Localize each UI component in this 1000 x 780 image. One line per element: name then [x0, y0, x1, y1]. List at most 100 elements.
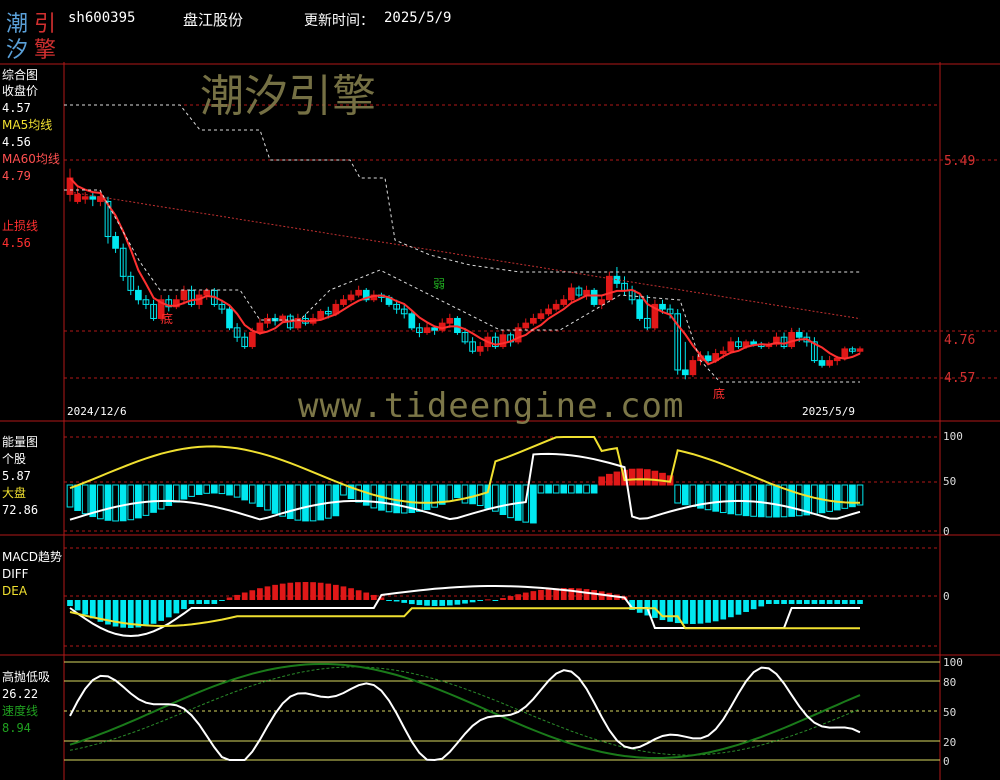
energy-bar	[598, 476, 606, 486]
macd-bar	[348, 588, 354, 600]
macd-bar	[370, 594, 377, 600]
energy-bar	[127, 484, 135, 521]
macd-bar	[583, 589, 590, 600]
close-label: 收盘价	[2, 84, 39, 98]
macd-bar	[697, 600, 704, 624]
energy-bar	[643, 469, 651, 486]
osc-speed-label: 速度线	[2, 704, 39, 718]
macd-diff-label: DIFF	[2, 567, 29, 581]
macd-bar	[811, 600, 818, 604]
energy-bar	[537, 484, 545, 494]
osc-value: 26.22	[2, 687, 39, 701]
date-start: 2024/12/6	[67, 405, 127, 418]
energy-bar	[218, 484, 226, 495]
macd-bar	[158, 600, 165, 621]
macd-bar	[181, 600, 187, 610]
macd-bar	[74, 600, 81, 611]
macd-bar	[287, 582, 294, 600]
candle-body	[530, 317, 537, 324]
macd-panel-title: MACD趋势	[2, 550, 62, 564]
osc-tick-100: 100	[943, 656, 963, 669]
macd-bar	[492, 600, 499, 601]
candle-body	[408, 313, 416, 329]
macd-bar	[796, 600, 803, 604]
macd-bar	[249, 590, 256, 600]
energy-bar	[590, 484, 598, 494]
macd-dea-label: DEA	[2, 584, 28, 598]
candle-body	[74, 193, 81, 202]
energy-bar	[461, 484, 469, 504]
macd-bar	[750, 600, 757, 610]
macd-bar	[234, 594, 240, 600]
candle-body	[347, 294, 355, 301]
energy-bar	[689, 484, 697, 507]
macd-bar	[325, 583, 332, 600]
energy-market-label: 大盘	[2, 486, 27, 500]
energy-bar	[286, 484, 294, 520]
candle-body	[590, 289, 598, 305]
main-panel-title: 综合图	[2, 68, 39, 82]
candle-body	[340, 299, 347, 305]
macd-bar	[188, 600, 195, 604]
candle-body	[605, 275, 613, 301]
candle-body	[856, 348, 864, 352]
macd-bar	[469, 600, 476, 603]
macd-bar	[500, 598, 506, 600]
macd-bar	[272, 584, 278, 600]
macd-bar	[591, 590, 597, 600]
energy-bar	[294, 484, 302, 521]
macd-bar	[576, 588, 582, 600]
energy-bar	[324, 484, 332, 519]
candle-body	[499, 334, 507, 348]
macd-bar	[720, 600, 727, 620]
energy-bar	[172, 484, 180, 503]
energy-bar	[446, 484, 454, 502]
energy-bar	[469, 484, 476, 505]
macd-bar	[705, 600, 711, 623]
energy-bar	[165, 484, 173, 506]
energy-bar	[340, 484, 347, 496]
macd-bar	[67, 600, 73, 606]
macd-bar	[196, 600, 202, 604]
energy-bar	[195, 484, 203, 495]
osc-tick-50: 50	[943, 706, 957, 719]
candle-body	[795, 332, 803, 338]
energy-bar	[757, 484, 765, 518]
candle-body	[264, 317, 271, 324]
macd-bar	[424, 600, 430, 606]
macd-bar	[857, 600, 863, 604]
stop-value: 4.56	[2, 236, 31, 250]
energy-bar	[674, 484, 682, 504]
macd-bar	[173, 600, 180, 614]
energy-stock-value: 5.87	[2, 469, 31, 483]
price-level-high: 5.49	[944, 154, 976, 169]
energy-bar	[605, 473, 613, 486]
macd-bar	[355, 590, 362, 600]
bottom-mark: 底	[713, 387, 726, 401]
energy-bar	[226, 484, 233, 496]
ma60-value: 4.79	[2, 169, 31, 183]
macd-bar	[636, 600, 643, 613]
energy-bar	[833, 484, 841, 511]
macd-bar	[712, 600, 719, 622]
macd-bar	[386, 600, 392, 601]
macd-bar	[219, 600, 225, 601]
macd-bar	[735, 600, 742, 615]
candle-body	[841, 348, 849, 359]
osc-tick-20: 20	[943, 736, 957, 749]
macd-bar	[507, 596, 514, 600]
energy-bar	[811, 484, 818, 515]
energy-bar	[241, 484, 249, 501]
energy-bar	[180, 484, 188, 500]
candle-body	[203, 289, 211, 296]
macd-bar	[446, 600, 453, 606]
macd-bar	[439, 600, 446, 606]
candle-body	[727, 341, 735, 352]
energy-tick-50: 50	[943, 475, 957, 488]
energy-bar	[560, 484, 568, 494]
energy-bar	[210, 484, 218, 494]
macd-bar	[765, 600, 772, 604]
energy-bar	[719, 484, 727, 514]
candle-body	[560, 299, 568, 305]
macd-bar	[849, 600, 856, 604]
